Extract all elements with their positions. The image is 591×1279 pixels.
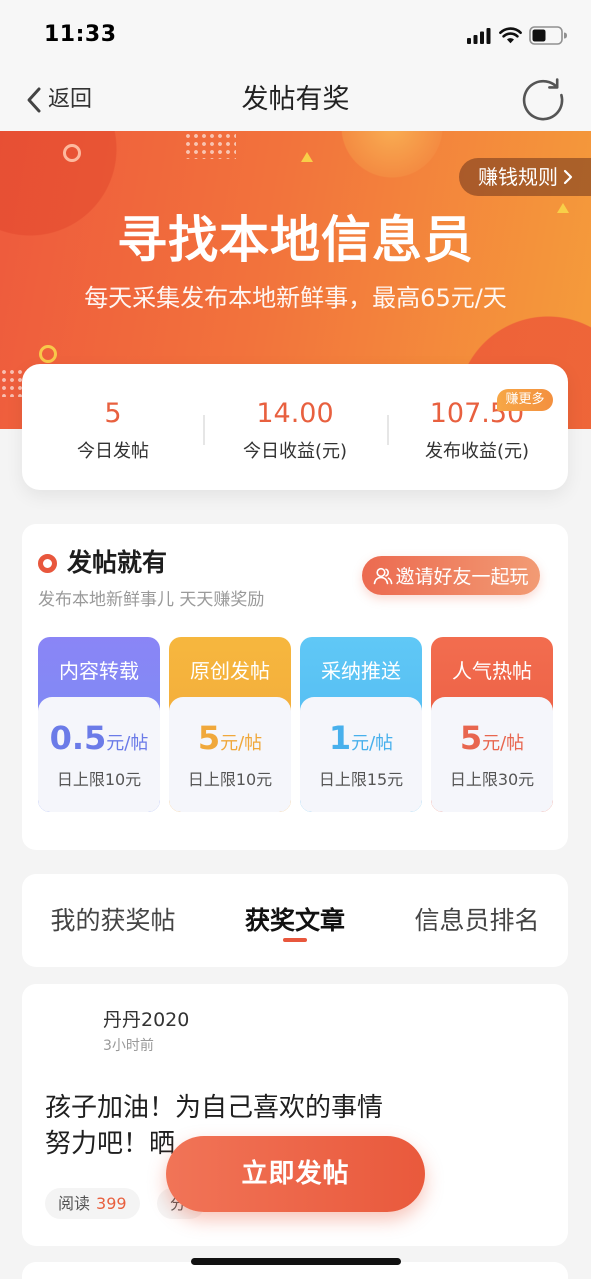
reward-amount-value: 1	[328, 719, 352, 757]
page-title: 发帖有奖	[241, 84, 350, 115]
reward-daily-limit: 日上限15元	[318, 770, 404, 789]
decorative-dots	[0, 368, 22, 397]
reward-tile-title: 原创发帖	[190, 659, 270, 683]
reward-daily-limit: 日上限10元	[187, 770, 273, 789]
status-time: 11:33	[44, 22, 117, 47]
tab-label: 我的获奖帖	[50, 906, 176, 935]
post-time: 3小时前	[103, 1038, 154, 1054]
tab-my-awarded-posts[interactable]: 我的获奖帖	[22, 874, 204, 967]
stat-today-earnings: 14.00 今日收益(元)	[204, 364, 386, 490]
reward-amount-value: 0.5	[49, 719, 107, 757]
post-rewards-section: 发帖就有 发布本地新鲜事儿 天天赚奖励 邀请好友一起玩 内容转载 0.5元/帖 …	[22, 524, 568, 850]
back-button[interactable]: 返回	[24, 85, 92, 115]
publish-post-button[interactable]: 立即发帖	[166, 1136, 425, 1212]
top-bar: 11:33 返回 发帖有奖	[0, 0, 591, 131]
earnings-stats-card: 5 今日发帖 14.00 今日收益(元) 107.50 发布收益(元) 赚更多	[22, 364, 568, 490]
tab-label: 获奖文章	[244, 906, 345, 935]
stat-value: 5	[104, 398, 122, 429]
decorative-ring	[39, 345, 57, 363]
reward-tile-panel: 0.5元/帖 日上限10元	[38, 697, 160, 812]
reward-tile-panel: 1元/帖 日上限15元	[300, 697, 422, 812]
reward-daily-limit: 日上限30元	[449, 770, 535, 789]
earn-more-badge[interactable]: 赚更多	[497, 389, 553, 411]
cellular-signal-icon	[467, 28, 491, 44]
earning-rules-button[interactable]: 赚钱规则	[459, 158, 591, 196]
stat-value: 14.00	[256, 398, 334, 429]
reward-amount: 5元/帖	[169, 719, 291, 763]
pill-label: 阅读	[58, 1194, 91, 1213]
reward-amount-unit: 元/帖	[482, 733, 525, 754]
refresh-button[interactable]	[520, 77, 566, 123]
post-author[interactable]: 丹丹2020	[103, 1008, 189, 1032]
earning-rules-label: 赚钱规则	[478, 165, 558, 189]
tab-label: 信息员排名	[414, 906, 540, 935]
reward-amount: 5元/帖	[431, 719, 553, 763]
tab-bar: 我的获奖帖 获奖文章 信息员排名	[22, 874, 568, 967]
invite-friends-label: 邀请好友一起玩	[395, 566, 529, 588]
reward-amount-unit: 元/帖	[351, 733, 394, 754]
decorative-ring	[63, 144, 81, 162]
reward-amount: 0.5元/帖	[38, 719, 160, 763]
refresh-icon	[522, 78, 564, 121]
chevron-right-icon	[563, 169, 573, 185]
reward-tile-panel: 5元/帖 日上限30元	[431, 697, 553, 812]
reward-amount-unit: 元/帖	[106, 733, 149, 754]
stat-label: 今日发帖	[77, 441, 149, 462]
reward-tile-repost[interactable]: 内容转载 0.5元/帖 日上限10元	[38, 637, 160, 812]
reward-tile-title: 采纳推送	[321, 659, 401, 683]
banner-subtitle: 每天采集发布本地新鲜事，最高65元/天	[84, 284, 507, 312]
banner-title: 寻找本地信息员	[117, 211, 474, 269]
reward-amount: 1元/帖	[300, 719, 422, 763]
stat-label: 发布收益(元)	[424, 441, 530, 462]
stat-today-posts: 5 今日发帖	[22, 364, 204, 490]
user-group-icon	[373, 567, 393, 585]
pill-value: 399	[96, 1194, 127, 1213]
reward-amount-value: 5	[197, 719, 221, 757]
reward-tile-title: 人气热帖	[452, 659, 532, 683]
reward-amount-unit: 元/帖	[220, 733, 263, 754]
decorative-dots	[184, 132, 236, 159]
stat-label: 今日收益(元)	[242, 441, 348, 462]
chevron-left-icon	[24, 86, 44, 114]
wifi-icon	[499, 27, 522, 44]
reward-amount-value: 5	[459, 719, 483, 757]
section-title: 发帖就有	[67, 548, 168, 577]
stat-post-earnings[interactable]: 107.50 发布收益(元)	[386, 364, 568, 490]
reward-tile-popular[interactable]: 人气热帖 5元/帖 日上限30元	[431, 637, 553, 812]
invite-friends-button[interactable]: 邀请好友一起玩	[362, 556, 540, 595]
decorative-triangle	[301, 152, 313, 162]
avatar[interactable]	[45, 1005, 95, 1055]
home-indicator	[191, 1258, 401, 1265]
tab-awarded-articles[interactable]: 获奖文章	[204, 874, 386, 967]
reward-tile-title: 内容转载	[59, 659, 139, 683]
reward-tile-adopted[interactable]: 采纳推送 1元/帖 日上限15元	[300, 637, 422, 812]
back-label: 返回	[48, 87, 93, 112]
battery-icon	[529, 26, 568, 45]
section-subtitle: 发布本地新鲜事儿 天天赚奖励	[38, 590, 265, 610]
tab-reporter-ranking[interactable]: 信息员排名	[386, 874, 568, 967]
reward-tile-original[interactable]: 原创发帖 5元/帖 日上限10元	[169, 637, 291, 812]
reward-tile-panel: 5元/帖 日上限10元	[169, 697, 291, 812]
tab-active-indicator	[283, 938, 307, 942]
read-count-pill: 阅读 399	[45, 1188, 140, 1219]
target-dot-icon	[38, 554, 57, 573]
reward-daily-limit: 日上限10元	[56, 770, 142, 789]
